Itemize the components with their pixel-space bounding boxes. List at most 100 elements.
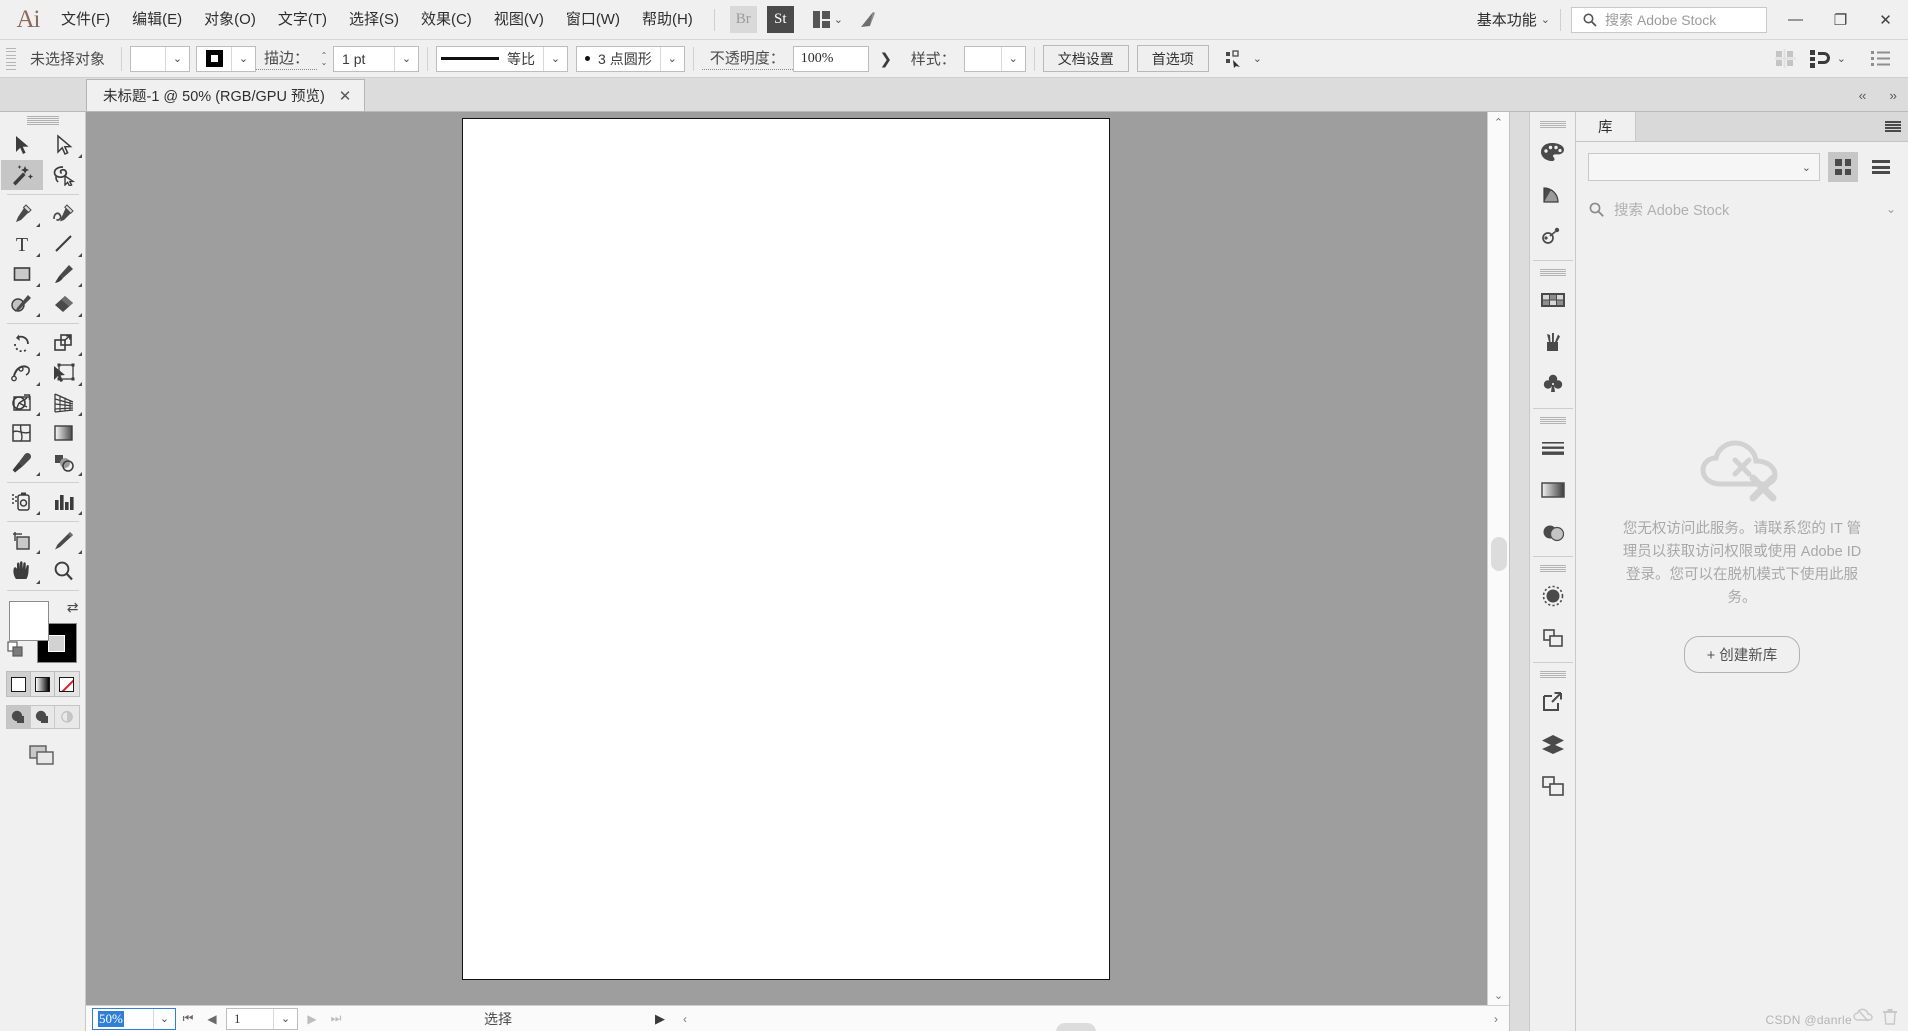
slice-tool[interactable] [43,526,85,556]
stroke-weight-combo[interactable]: 1 pt ⌄ [333,45,420,72]
column-graph-tool[interactable] [43,487,85,517]
bridge-button[interactable]: Br [729,6,757,33]
fill-color-swatch[interactable] [8,601,49,641]
fill-swatch[interactable] [131,46,166,71]
artboard-1[interactable] [462,118,1110,980]
zoom-tool[interactable] [43,556,85,586]
tab-libraries[interactable]: 库 [1576,112,1636,141]
profile-value[interactable]: 等比 [437,47,543,71]
preferences-button[interactable]: 首选项 [1136,45,1209,72]
workspace-chevron-icon[interactable]: ⌄ [1541,13,1550,26]
artboards-panel-icon[interactable] [1531,765,1575,807]
menu-edit[interactable]: 编辑(E) [121,0,193,40]
artboard-tool[interactable] [1,526,43,556]
shape-builder-tool[interactable] [1,388,43,418]
restore-button[interactable]: ❐ [1818,0,1863,40]
vertical-scroll-thumb[interactable] [1491,537,1507,571]
gradient-tool[interactable] [43,418,85,448]
stroke-weight-stepper[interactable]: ⌃ ⌄ [317,51,331,66]
gradient-panel-icon[interactable] [1531,469,1575,511]
zoom-chevron-icon[interactable]: ⌄ [153,1008,175,1029]
chevron-down-icon[interactable]: ⌄ [1886,202,1896,216]
free-transform-tool[interactable] [43,358,85,388]
properties-list-button[interactable] [1864,45,1898,73]
symbols-panel-icon[interactable] [1531,363,1575,405]
fill-chevron-icon[interactable]: ⌄ [165,46,190,71]
library-select[interactable]: ⌄ [1588,153,1820,181]
minimize-button[interactable]: — [1773,0,1818,40]
menu-view[interactable]: 视图(V) [483,0,555,40]
artboard-number-input[interactable]: 1 [227,1009,273,1029]
horizontal-scroll-thumb[interactable] [1056,1022,1096,1031]
rotate-tool[interactable] [1,328,43,358]
close-icon[interactable]: ✕ [339,87,352,105]
stroke-weight-chevron-icon[interactable]: ⌄ [394,46,419,71]
scroll-left-icon[interactable]: ‹ [672,1012,698,1026]
stroke-weight-value[interactable]: 1 pt [334,47,394,71]
dock-gripper-5[interactable] [1539,671,1566,678]
select-similar-chevron-icon[interactable]: ⌄ [1253,52,1262,65]
cloud-status-icon[interactable] [1853,1008,1873,1028]
scroll-up-icon[interactable]: ⌃ [1488,112,1509,132]
status-indicator[interactable]: 选择 [348,1009,648,1029]
toolbar-gripper[interactable] [26,116,59,125]
menu-file[interactable]: 文件(F) [50,0,121,40]
direct-selection-tool[interactable] [43,130,85,160]
selection-tool[interactable] [1,130,43,160]
stroke-chevron-icon[interactable]: ⌄ [231,46,256,71]
curvature-tool[interactable] [43,199,85,229]
artboard-chevron-icon[interactable]: ⌄ [273,1008,297,1029]
zoom-input[interactable]: 50% [93,1009,153,1029]
select-similar-objects-button[interactable] [1219,45,1253,73]
control-bar-gripper[interactable] [6,47,16,70]
panel-menu-button[interactable] [1878,112,1908,141]
symbol-sprayer-tool[interactable] [1,487,43,517]
document-tab[interactable]: 未标题-1 @ 50% (RGB/GPU 预览) ✕ [86,79,366,111]
stroke-color-control[interactable]: ⌄ [196,45,257,72]
variable-width-profile-combo[interactable]: 等比 ⌄ [436,45,569,72]
scroll-right-icon[interactable]: › [1483,1012,1509,1026]
document-setup-button[interactable]: 文档设置 [1042,45,1129,72]
create-new-library-button[interactable]: + 创建新库 [1683,635,1801,673]
opacity-input[interactable]: 100% [792,45,869,72]
menu-window[interactable]: 窗口(W) [555,0,631,40]
artboard-number-control[interactable]: 1 ⌄ [226,1007,298,1030]
arrange-documents-button[interactable]: ⌄ [812,11,843,28]
opacity-options-icon[interactable]: ❯ [869,45,903,73]
style-chevron-icon[interactable]: ⌄ [1000,46,1025,71]
next-artboard-button[interactable]: ▶ [300,1012,324,1026]
grid-view-button[interactable] [1828,152,1858,182]
last-artboard-button[interactable]: ⏭ [324,1011,348,1026]
scroll-down-icon[interactable]: ⌄ [1488,985,1509,1005]
menu-help[interactable]: 帮助(H) [631,0,704,40]
dock-gripper-1[interactable] [1539,121,1566,128]
shaper-tool[interactable] [1,289,43,319]
dock-gripper-2[interactable] [1539,269,1566,276]
magic-wand-tool[interactable] [0,160,43,190]
rectangle-tool[interactable] [1,259,43,289]
lasso-tool[interactable] [43,160,85,190]
brush-definition-combo[interactable]: 3 点圆形 ⌄ [576,45,685,72]
default-fill-stroke-icon[interactable] [6,641,27,665]
style-value[interactable] [965,47,1001,71]
asset-export-panel-icon[interactable] [1531,681,1575,723]
list-view-button[interactable] [1866,152,1896,182]
paintbrush-tool[interactable] [43,259,85,289]
line-segment-tool[interactable] [43,229,85,259]
transform-panel-button[interactable] [1803,45,1837,73]
previous-artboard-button[interactable]: ◀ [200,1012,224,1026]
delete-library-icon[interactable] [1882,1008,1898,1029]
brush-value[interactable]: 3 点圆形 [577,47,660,71]
color-fill-mode-button[interactable] [6,672,31,696]
color-guide-panel-icon[interactable] [1531,173,1575,215]
menu-select[interactable]: 选择(S) [338,0,410,40]
dock-gripper-3[interactable] [1539,417,1566,424]
draw-behind-button[interactable] [30,706,55,728]
close-button[interactable]: ✕ [1863,0,1908,40]
appearance-panel-icon[interactable] [1531,575,1575,617]
stroke-panel-icon[interactable] [1531,427,1575,469]
scale-tool[interactable] [43,328,85,358]
transparency-panel-icon[interactable] [1531,511,1575,553]
collapse-panels-left-icon[interactable]: ‹‹ [1847,88,1878,103]
gradient-fill-mode-button[interactable] [31,672,55,696]
